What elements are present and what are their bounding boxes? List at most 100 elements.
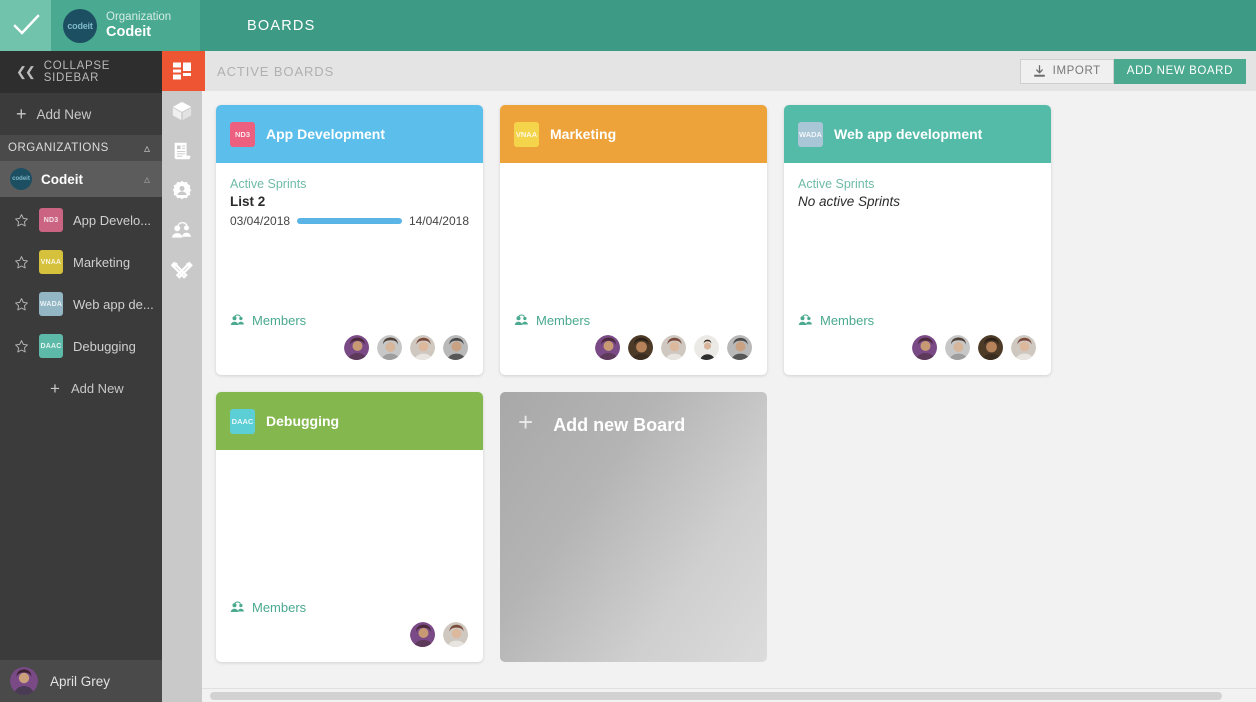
board-card-web-app-development[interactable]: WADA Web app development Active Sprints … — [784, 105, 1051, 375]
rail-item-boards[interactable] — [162, 51, 202, 91]
rail-item-people[interactable] — [162, 211, 202, 251]
board-badge: ND3 — [230, 122, 255, 147]
sidebar-board-label: App Develo... — [73, 213, 151, 228]
app-logo-button[interactable] — [0, 0, 51, 51]
avatar[interactable] — [442, 621, 469, 648]
rail-item-profile[interactable] — [162, 171, 202, 211]
avatar[interactable] — [660, 334, 687, 361]
current-user-row[interactable]: April Grey — [0, 660, 162, 702]
avatar[interactable] — [977, 334, 1004, 361]
sidebar: ❮❮ COLLAPSE SIDEBAR + Add New ORGANIZATI… — [0, 51, 162, 702]
nav-item-boards[interactable]: BOARDS — [247, 18, 315, 34]
star-outline-icon[interactable] — [14, 297, 29, 312]
board-card-footer: Members — [216, 313, 483, 375]
board-card-app-development[interactable]: ND3 App Development Active Sprints List … — [216, 105, 483, 375]
sprint-progress: 03/04/2018 14/04/2018 — [230, 214, 469, 228]
import-button[interactable]: IMPORT — [1020, 59, 1114, 84]
add-new-board-button[interactable]: ADD NEW BOARD — [1114, 59, 1246, 84]
members-label: Members — [536, 313, 590, 328]
checkmark-icon — [11, 11, 41, 41]
sidebar-item-web-app-development[interactable]: WADA Web app de... — [0, 283, 162, 325]
icon-rail — [162, 51, 202, 702]
avatar[interactable] — [693, 334, 720, 361]
board-card-header: WADA Web app development — [784, 105, 1051, 163]
avatar[interactable] — [726, 334, 753, 361]
board-badge: VNAA — [39, 250, 63, 274]
add-new-board-tile[interactable]: + Add new Board — [500, 392, 767, 662]
sprint-name: List 2 — [230, 194, 469, 209]
chevron-up-icon[interactable]: ▵ — [144, 172, 150, 186]
boards-area: ND3 App Development Active Sprints List … — [202, 91, 1256, 689]
collapse-sidebar-button[interactable]: ❮❮ COLLAPSE SIDEBAR — [0, 51, 162, 93]
avatar[interactable] — [343, 334, 370, 361]
star-outline-icon[interactable] — [14, 339, 29, 354]
rail-item-tools[interactable] — [162, 251, 202, 291]
main-header: ACTIVE BOARDS IMPORT ADD NEW BOARD — [202, 51, 1256, 91]
board-card-header: DAAC Debugging — [216, 392, 483, 450]
avatar[interactable] — [409, 334, 436, 361]
board-card-body — [500, 163, 767, 313]
board-badge: VNAA — [514, 122, 539, 147]
board-badge: ND3 — [39, 208, 63, 232]
rail-item-cube[interactable] — [162, 91, 202, 131]
board-badge: DAAC — [230, 409, 255, 434]
people-group-icon — [798, 314, 813, 327]
members-label: Members — [252, 600, 306, 615]
organizations-section-header[interactable]: ORGANIZATIONS ▵ — [0, 135, 162, 161]
avatar[interactable] — [442, 334, 469, 361]
top-bar: codeit Organization Codeit BOARDS — [0, 0, 1256, 51]
members-label: Members — [252, 313, 306, 328]
board-badge: WADA — [39, 292, 63, 316]
avatar[interactable] — [594, 334, 621, 361]
avatar[interactable] — [911, 334, 938, 361]
double-chevron-up-icon[interactable]: ▵ — [144, 141, 150, 155]
avatar[interactable] — [409, 621, 436, 648]
organization-label: Organization — [106, 11, 171, 24]
tools-icon — [171, 260, 193, 282]
sidebar-item-marketing[interactable]: VNAA Marketing — [0, 241, 162, 283]
people-group-icon — [230, 314, 245, 327]
sidebar-item-app-development[interactable]: ND3 App Develo... — [0, 199, 162, 241]
organization-switcher[interactable]: codeit Organization Codeit — [51, 0, 200, 51]
organization-avatar: codeit — [10, 168, 32, 190]
avatar[interactable] — [627, 334, 654, 361]
sidebar-add-new-label: Add New — [37, 107, 92, 122]
import-button-label: IMPORT — [1053, 65, 1101, 77]
members-row[interactable]: Members — [230, 313, 469, 328]
avatar[interactable] — [1010, 334, 1037, 361]
member-avatars — [798, 334, 1037, 361]
header-actions: IMPORT ADD NEW BOARD — [1020, 59, 1246, 84]
avatar[interactable] — [944, 334, 971, 361]
sidebar-organization-codeit[interactable]: codeit Codeit ▵ — [0, 161, 162, 197]
horizontal-scrollbar-thumb[interactable] — [210, 692, 1222, 700]
star-outline-icon[interactable] — [14, 255, 29, 270]
current-user-name: April Grey — [50, 674, 110, 689]
sidebar-item-debugging[interactable]: DAAC Debugging — [0, 325, 162, 367]
avatar[interactable] — [376, 334, 403, 361]
sidebar-add-new-button[interactable]: + Add New — [0, 93, 162, 135]
boards-grid: ND3 App Development Active Sprints List … — [216, 105, 1236, 662]
board-card-title: App Development — [266, 126, 385, 142]
members-row[interactable]: Members — [230, 600, 469, 615]
board-card-marketing[interactable]: VNAA Marketing — [500, 105, 767, 375]
star-outline-icon[interactable] — [14, 213, 29, 228]
boards-grid-icon — [172, 61, 192, 81]
horizontal-scrollbar[interactable] — [202, 688, 1256, 702]
download-icon — [1033, 65, 1046, 78]
sidebar-spacer — [0, 409, 162, 660]
board-card-header: ND3 App Development — [216, 105, 483, 163]
members-row[interactable]: Members — [514, 313, 753, 328]
app-root: codeit Organization Codeit BOARDS ❮❮ COL… — [0, 0, 1256, 702]
sidebar-board-label: Debugging — [73, 339, 136, 354]
sidebar-boards-add-new-label: Add New — [71, 381, 124, 396]
document-icon — [171, 140, 193, 162]
rail-item-document[interactable] — [162, 131, 202, 171]
collapse-sidebar-label: COLLAPSE SIDEBAR — [44, 60, 162, 84]
board-badge: WADA — [798, 122, 823, 147]
sidebar-board-label: Marketing — [73, 255, 130, 270]
board-card-body — [216, 450, 483, 600]
sidebar-boards-add-new-button[interactable]: + Add New — [0, 367, 162, 409]
board-card-footer: Members — [500, 313, 767, 375]
board-card-debugging[interactable]: DAAC Debugging — [216, 392, 483, 662]
members-row[interactable]: Members — [798, 313, 1037, 328]
